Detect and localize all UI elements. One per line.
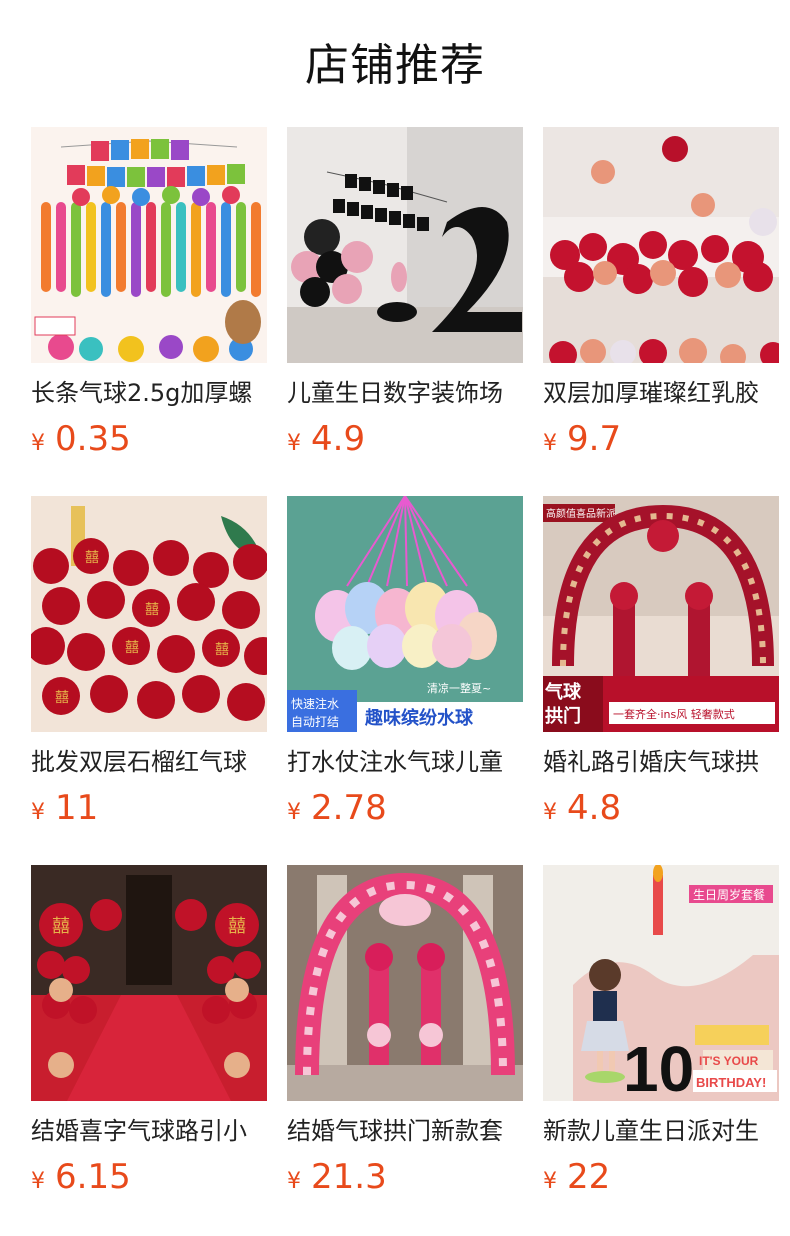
product-price: ¥4.8 [543,788,621,828]
product-name[interactable]: 双层加厚璀璨红乳胶 [543,377,779,409]
svg-text:囍: 囍 [215,642,229,658]
water-balloons-image[interactable]: 趣味缤纷水球 快速注水 自动打结 清凉一整夏~ [287,496,523,732]
product-grid: 长条气球2.5g加厚螺 ¥0.35 儿童生日数字装饰场 ¥4.9 双层加厚璀璨红… [31,127,779,1227]
svg-text:高颜值喜品新派: 高颜值喜品新派 [546,507,616,520]
product-card[interactable]: 儿童生日数字装饰场 ¥4.9 [287,127,523,467]
pink-balloon-arch-image[interactable] [287,865,523,1101]
price-amount: 9.7 [567,419,622,459]
product-price: ¥9.7 [543,419,621,459]
product-card[interactable]: 高颜值喜品新派 气球 拱门 一套齐全·ins风 轻奢款式 婚礼路引婚庆气球拱 ¥… [543,496,779,836]
svg-text:一套齐全·ins风 轻奢款式: 一套齐全·ins风 轻奢款式 [613,707,735,721]
currency-symbol: ¥ [31,431,45,456]
product-name[interactable]: 长条气球2.5g加厚螺 [31,377,267,409]
svg-text:拱门: 拱门 [545,705,581,727]
svg-text:囍: 囍 [85,550,99,566]
product-price: ¥11 [31,788,98,828]
red-latex-balloons-image[interactable] [543,127,779,363]
price-amount: 4.8 [567,788,622,828]
price-amount: 0.35 [55,419,131,459]
product-price: ¥21.3 [287,1157,387,1197]
product-card[interactable]: 结婚气球拱门新款套 ¥21.3 [287,865,523,1205]
svg-text:BIRTHDAY!: BIRTHDAY! [696,1075,766,1090]
product-card[interactable]: 囍囍囍囍囍 批发双层石榴红气球 ¥11 [31,496,267,836]
price-amount: 2.78 [311,788,387,828]
product-name[interactable]: 婚礼路引婚庆气球拱 [543,746,779,778]
currency-symbol: ¥ [31,800,45,825]
product-price: ¥0.35 [31,419,131,459]
price-amount: 22 [567,1157,611,1197]
product-name[interactable]: 结婚喜字气球路引小 [31,1115,267,1147]
svg-text:快速注水: 快速注水 [291,696,339,711]
product-card[interactable]: 长条气球2.5g加厚螺 ¥0.35 [31,127,267,467]
currency-symbol: ¥ [287,1169,301,1194]
svg-text:IT'S YOUR: IT'S YOUR [699,1054,759,1068]
svg-text:清凉一整夏~: 清凉一整夏~ [427,681,491,695]
svg-text:囍: 囍 [52,916,70,937]
product-price: ¥6.15 [31,1157,131,1197]
number-balloon-image[interactable] [287,127,523,363]
svg-text:生日周岁套餐: 生日周岁套餐 [693,887,765,902]
svg-text:囍: 囍 [228,916,246,937]
product-price: ¥22 [543,1157,610,1197]
svg-text:囍: 囍 [145,602,159,618]
product-card[interactable]: 趣味缤纷水球 快速注水 自动打结 清凉一整夏~ 打水仗注水气球儿童 ¥2.78 [287,496,523,836]
currency-symbol: ¥ [287,431,301,456]
wedding-aisle-balloons-image[interactable]: 囍囍 [31,865,267,1101]
svg-text:囍: 囍 [55,690,69,706]
product-card[interactable]: 双层加厚璀璨红乳胶 ¥9.7 [543,127,779,467]
svg-text:10: 10 [623,1033,694,1101]
product-name[interactable]: 结婚气球拱门新款套 [287,1115,523,1147]
product-name[interactable]: 儿童生日数字装饰场 [287,377,523,409]
price-amount: 21.3 [311,1157,387,1197]
product-card[interactable]: 囍囍 结婚喜字气球路引小 ¥6.15 [31,865,267,1205]
svg-text:囍: 囍 [125,640,139,656]
product-name[interactable]: 批发双层石榴红气球 [31,746,267,778]
product-price: ¥4.9 [287,419,365,459]
product-name[interactable]: 新款儿童生日派对生 [543,1115,779,1147]
price-amount: 11 [55,788,99,828]
price-amount: 4.9 [311,419,366,459]
price-amount: 6.15 [55,1157,131,1197]
currency-symbol: ¥ [543,431,557,456]
birthday-party-kit-image[interactable]: 生日周岁套餐 10 IT'S YOUR BIRTHDAY! [543,865,779,1101]
page-title: 店铺推荐 [305,40,485,91]
currency-symbol: ¥ [543,1169,557,1194]
birthday-balloon-wall-image[interactable] [31,127,267,363]
product-price: ¥2.78 [287,788,387,828]
svg-text:气球: 气球 [544,681,582,703]
currency-symbol: ¥ [543,800,557,825]
currency-symbol: ¥ [287,800,301,825]
double-happiness-balloons-image[interactable]: 囍囍囍囍囍 [31,496,267,732]
wedding-balloon-arch-image[interactable]: 高颜值喜品新派 气球 拱门 一套齐全·ins风 轻奢款式 [543,496,779,732]
currency-symbol: ¥ [31,1169,45,1194]
product-name[interactable]: 打水仗注水气球儿童 [287,746,523,778]
svg-text:自动打结: 自动打结 [291,715,339,729]
svg-text:趣味缤纷水球: 趣味缤纷水球 [364,707,474,729]
product-card[interactable]: 生日周岁套餐 10 IT'S YOUR BIRTHDAY! 新款儿童生日派对生 … [543,865,779,1205]
